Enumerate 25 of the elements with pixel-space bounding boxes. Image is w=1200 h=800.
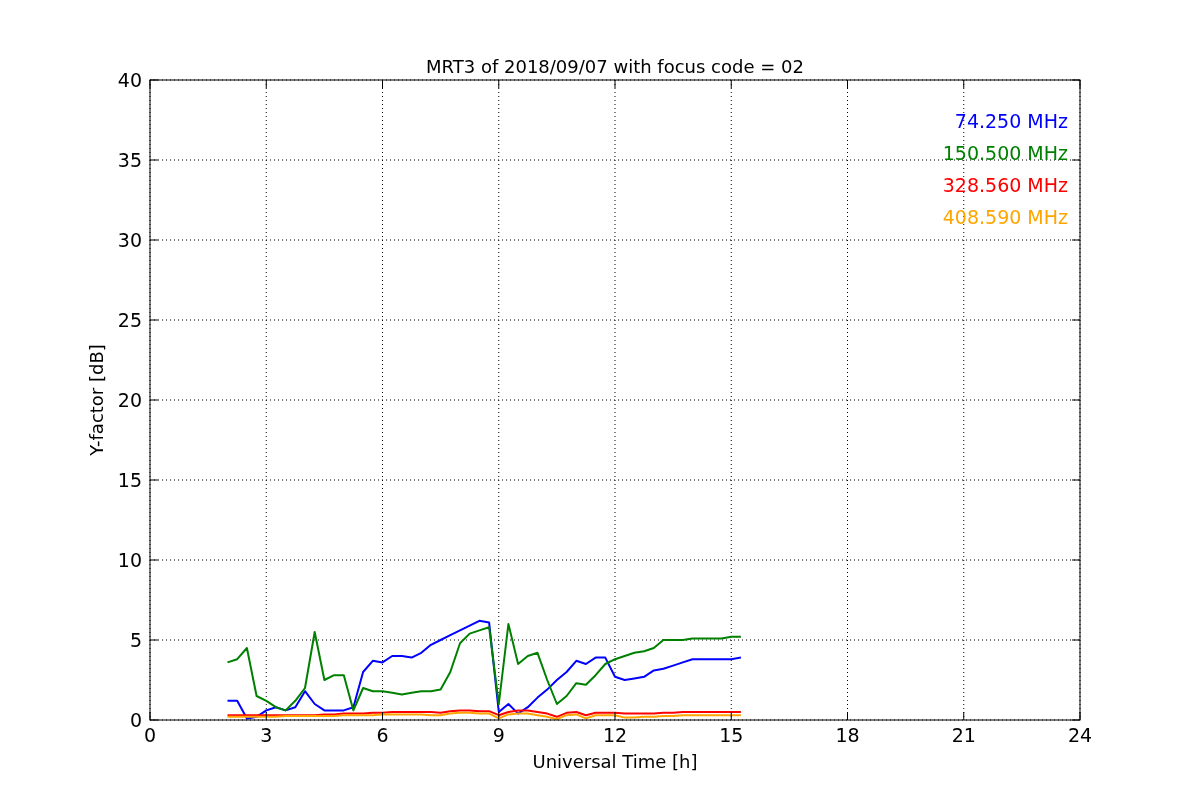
tick-label: 5 bbox=[129, 629, 142, 651]
tick-label: 35 bbox=[117, 149, 142, 171]
tick-label: 12 bbox=[602, 724, 628, 746]
legend-label: 408.590 MHz bbox=[942, 206, 1068, 228]
tick-label: 20 bbox=[117, 389, 142, 411]
tick-label: 6 bbox=[376, 724, 389, 746]
tick-label: 0 bbox=[143, 724, 157, 746]
tick-label: 40 bbox=[117, 69, 142, 91]
tick-label: 15 bbox=[117, 469, 142, 491]
axis-label: Universal Time [h] bbox=[532, 751, 698, 772]
tick-label: 18 bbox=[835, 724, 860, 746]
axis-label: Y-factor [dB] bbox=[86, 344, 107, 456]
tick-label: 25 bbox=[117, 309, 142, 331]
tick-label: 9 bbox=[492, 724, 505, 746]
tick-label: 21 bbox=[951, 724, 976, 746]
legend-label: 328.560 MHz bbox=[942, 174, 1068, 196]
tick-label: 10 bbox=[117, 549, 142, 571]
chart-title: MRT3 of 2018/09/07 with focus code = 02 bbox=[426, 56, 804, 77]
tick-label: 15 bbox=[719, 724, 744, 746]
legend-label: 74.250 MHz bbox=[954, 110, 1068, 132]
tick-label: 30 bbox=[117, 229, 142, 251]
legend-label: 150.500 MHz bbox=[942, 142, 1068, 164]
tick-label: 3 bbox=[260, 724, 273, 746]
tick-label: 0 bbox=[129, 709, 142, 731]
tick-label: 24 bbox=[1067, 724, 1093, 746]
